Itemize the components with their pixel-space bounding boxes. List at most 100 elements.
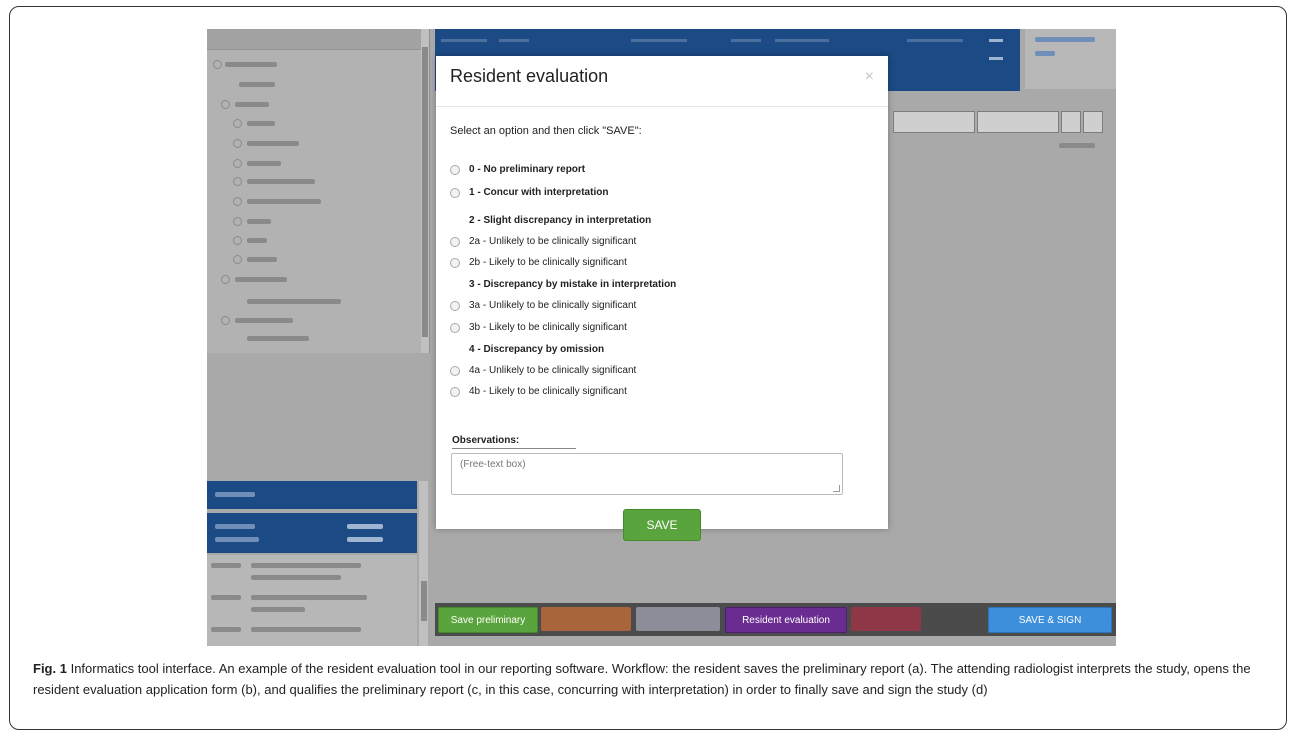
radio-button[interactable] [450, 322, 460, 333]
option-3b[interactable]: 3b - Likely to be clinically significant [450, 322, 627, 333]
tree-item[interactable] [235, 277, 287, 282]
header-text [775, 39, 829, 42]
list-item[interactable] [211, 595, 241, 600]
user-link[interactable] [1035, 51, 1055, 56]
tree-scrollbar-thumb[interactable] [422, 47, 428, 337]
pending-panel-header[interactable] [207, 481, 417, 509]
radio-button[interactable] [450, 386, 460, 397]
tree-item[interactable] [247, 257, 277, 262]
save-preliminary-button[interactable]: Save preliminary [438, 607, 538, 633]
list-item[interactable] [251, 607, 305, 612]
settings-icon[interactable] [989, 57, 1003, 60]
save-button[interactable]: SAVE [623, 509, 701, 541]
list-item[interactable] [251, 595, 367, 600]
tree-item[interactable] [247, 179, 315, 184]
figure-frame: Resident evaluation × Select an option a… [9, 6, 1287, 730]
option-0[interactable]: 0 - No preliminary report [450, 164, 585, 175]
figure-caption: Fig. 1 Informatics tool interface. An ex… [33, 658, 1283, 700]
tree-node-icon [233, 159, 242, 168]
tree-item[interactable] [247, 238, 267, 243]
tree-item[interactable] [247, 121, 275, 126]
action-button[interactable] [541, 607, 631, 631]
option-2b[interactable]: 2b - Likely to be clinically significant [450, 257, 627, 268]
action-button[interactable] [851, 607, 921, 631]
panel-subtitle [215, 537, 259, 542]
option-label: 4b - Likely to be clinically significant [469, 386, 627, 397]
tree-node-icon [221, 316, 230, 325]
close-icon[interactable]: × [865, 68, 874, 86]
option-label: 4a - Unlikely to be clinically significa… [469, 365, 637, 376]
option-2a[interactable]: 2a - Unlikely to be clinically significa… [450, 236, 636, 247]
radio-button[interactable] [450, 236, 460, 247]
tree-item[interactable] [247, 299, 341, 304]
save-and-sign-button[interactable]: SAVE & SIGN [988, 607, 1112, 633]
study-list [207, 555, 417, 646]
tree-item[interactable] [247, 161, 281, 166]
option-label: 2b - Likely to be clinically significant [469, 257, 627, 268]
caption-text: Informatics tool interface. An example o… [33, 661, 1251, 697]
tree-item[interactable] [235, 318, 293, 323]
action-button[interactable] [636, 607, 720, 631]
toolbar-button[interactable] [977, 111, 1059, 133]
radio-button[interactable] [450, 300, 460, 311]
tree-item[interactable] [247, 219, 271, 224]
bottom-action-bar: Save preliminary Resident evaluation SAV… [435, 603, 1116, 636]
toolbar-button[interactable] [1083, 111, 1103, 133]
radio-button[interactable] [450, 187, 460, 198]
toolbar-button[interactable] [893, 111, 975, 133]
observations-label: Observations: [452, 435, 576, 449]
list-item[interactable] [211, 627, 241, 632]
tree-item[interactable] [225, 62, 277, 67]
header-text [441, 39, 487, 42]
option-label: 0 - No preliminary report [469, 164, 586, 175]
tree-item[interactable] [247, 141, 299, 146]
option-1[interactable]: 1 - Concur with interpretation [450, 187, 608, 198]
observations-textarea[interactable]: (Free-text box) [451, 453, 843, 495]
option-3a[interactable]: 3a - Unlikely to be clinically significa… [450, 300, 636, 311]
option-label: 3b - Likely to be clinically significant [469, 322, 627, 333]
tree-item[interactable] [247, 336, 309, 341]
option-4b[interactable]: 4b - Likely to be clinically significant [450, 386, 627, 397]
option-label: 2a - Unlikely to be clinically significa… [469, 236, 637, 247]
header-text [907, 39, 963, 42]
studies-panel-header[interactable] [207, 513, 417, 553]
tree-node-icon [233, 236, 242, 245]
list-item[interactable] [251, 627, 361, 632]
tree-item[interactable] [247, 199, 321, 204]
tree-item[interactable] [239, 82, 275, 87]
panel-title [215, 492, 255, 497]
modal-header: Resident evaluation × [436, 56, 888, 107]
date-field[interactable] [347, 537, 383, 542]
user-panel [1025, 29, 1116, 89]
list-scrollbar-thumb[interactable] [421, 581, 427, 621]
tree-node-icon [233, 119, 242, 128]
tree-node-icon [233, 197, 242, 206]
toolbar-label [1059, 143, 1095, 148]
resident-evaluation-modal: Resident evaluation × Select an option a… [436, 56, 888, 541]
option-4a[interactable]: 4a - Unlikely to be clinically significa… [450, 365, 636, 376]
list-item[interactable] [251, 575, 341, 580]
tree-node-icon [233, 139, 242, 148]
panel-title [215, 524, 255, 529]
list-item[interactable] [211, 563, 241, 568]
figure-label: Fig. 1 [33, 661, 67, 676]
arrow-icon[interactable] [989, 39, 1003, 42]
resize-handle-icon[interactable] [833, 485, 840, 492]
resident-evaluation-button[interactable]: Resident evaluation [725, 607, 847, 633]
observations-placeholder: (Free-text box) [460, 459, 526, 470]
group-title-2: 2 - Slight discrepancy in interpretation [469, 215, 652, 226]
list-scrollbar[interactable] [419, 481, 428, 646]
instruction-text: Select an option and then click "SAVE": [450, 125, 642, 137]
app-screenshot: Resident evaluation × Select an option a… [207, 29, 1116, 646]
header-text [731, 39, 761, 42]
radio-button[interactable] [450, 164, 460, 175]
list-item[interactable] [251, 563, 361, 568]
toolbar-button[interactable] [1061, 111, 1081, 133]
tree-item[interactable] [235, 102, 269, 107]
group-title-4: 4 - Discrepancy by omission [469, 344, 605, 355]
date-field[interactable] [347, 524, 383, 529]
radio-button[interactable] [450, 257, 460, 268]
user-link[interactable] [1035, 37, 1095, 42]
radio-button[interactable] [450, 365, 460, 376]
tree-scrollbar[interactable] [421, 29, 429, 353]
